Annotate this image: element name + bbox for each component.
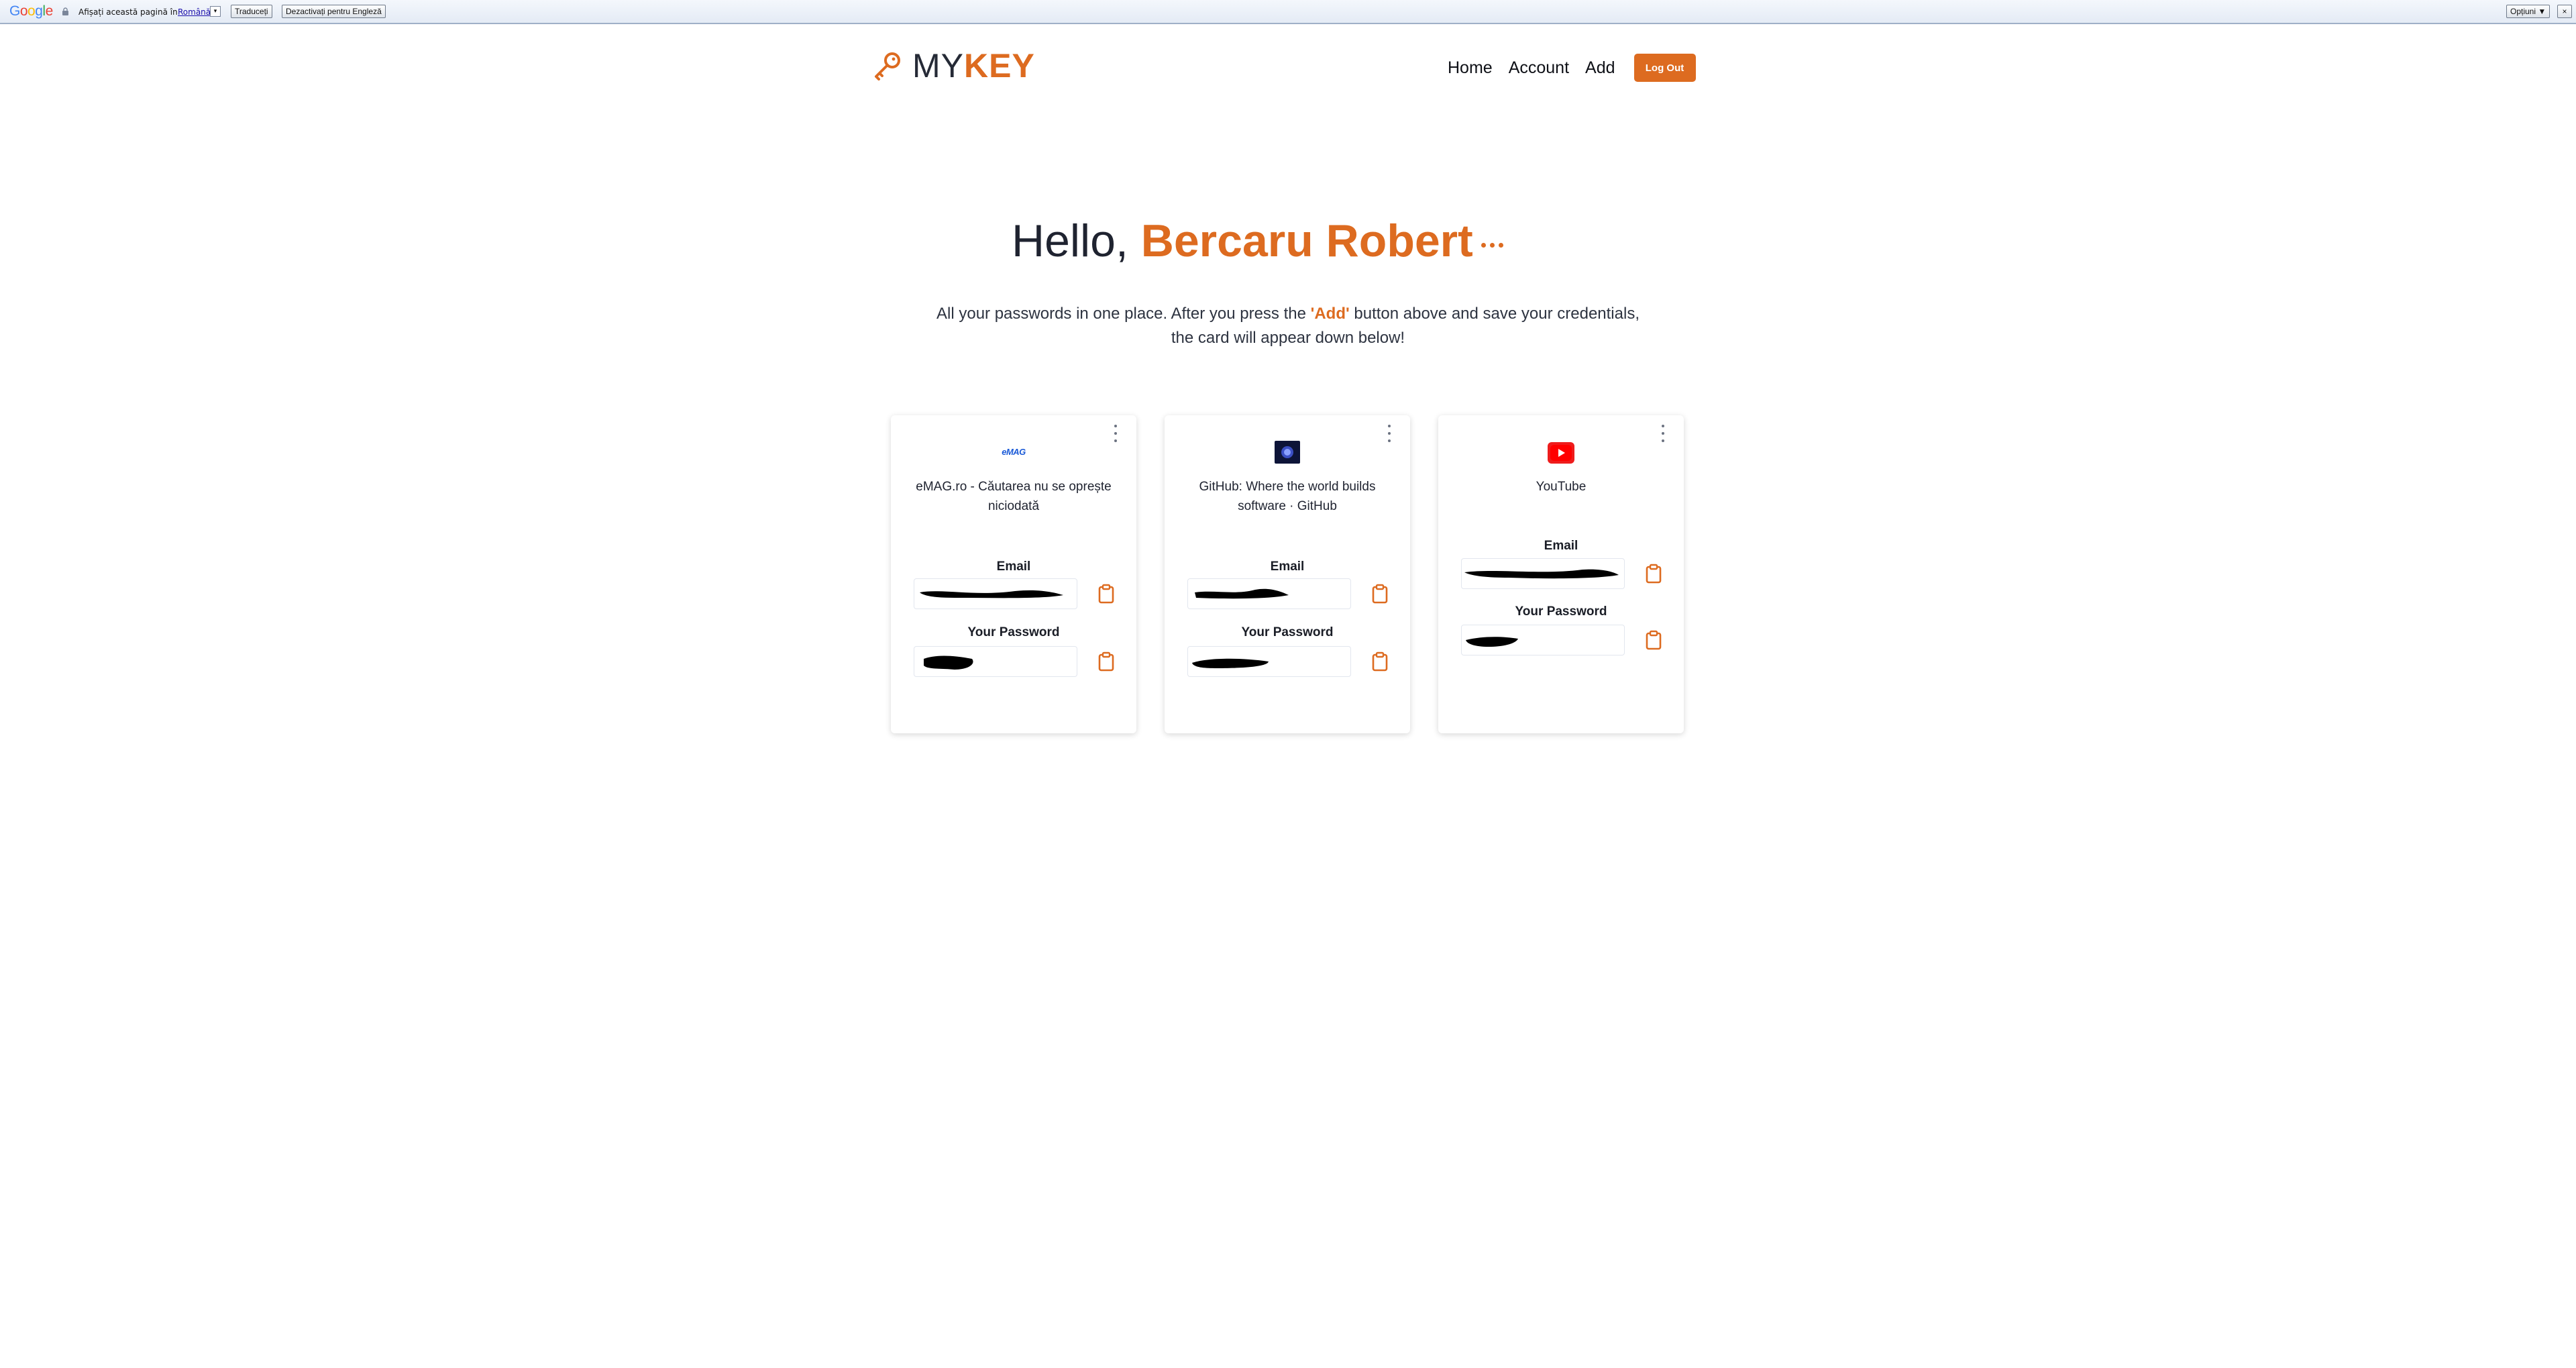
credential-card-github: GitHub: Where the world builds software … bbox=[1165, 415, 1410, 733]
translate-options-button[interactable]: Opțiuni ▼ bbox=[2506, 5, 2551, 18]
credential-card-youtube: YouTube Email Your Password bbox=[1438, 415, 1684, 733]
google-logo: Google bbox=[9, 3, 53, 19]
site-logo[interactable]: MYKEY bbox=[872, 47, 1035, 85]
clipboard-icon[interactable] bbox=[1371, 584, 1389, 604]
github-logo-icon bbox=[1275, 441, 1300, 464]
clipboard-icon[interactable] bbox=[1371, 651, 1389, 672]
nav-home-link[interactable]: Home bbox=[1448, 58, 1493, 78]
email-field[interactable] bbox=[1187, 578, 1351, 609]
page-title: Hello, Bercaru Robert bbox=[1012, 215, 1473, 267]
password-field[interactable] bbox=[1187, 646, 1351, 677]
logo-key-text: KEY bbox=[964, 47, 1035, 85]
key-icon bbox=[875, 52, 900, 81]
password-field[interactable] bbox=[914, 646, 1077, 677]
password-label: Your Password bbox=[1241, 625, 1334, 639]
youtube-logo-icon bbox=[1548, 442, 1574, 464]
clipboard-icon[interactable] bbox=[1097, 584, 1115, 604]
logo-my-text: MY bbox=[912, 47, 964, 85]
add-highlight: 'Add' bbox=[1310, 305, 1350, 323]
card-title: YouTube bbox=[1536, 480, 1587, 494]
nav-add-link[interactable]: Add bbox=[1585, 58, 1615, 78]
email-label: Email bbox=[996, 560, 1031, 574]
password-field[interactable] bbox=[1461, 625, 1625, 655]
greeting-text: Hello, bbox=[1012, 215, 1141, 266]
password-label: Your Password bbox=[967, 625, 1060, 639]
card-title: GitHub: Where the world builds software … bbox=[1199, 480, 1376, 513]
card-title: eMAG.ro - Căutarea nu se oprește nicioda… bbox=[916, 480, 1112, 513]
email-label: Email bbox=[1544, 539, 1578, 553]
translate-close-button[interactable]: × bbox=[2557, 5, 2572, 18]
credential-card-emag: eMAG eMAG.ro - Căutarea nu se oprește ni… bbox=[891, 415, 1136, 733]
email-label: Email bbox=[1270, 560, 1305, 574]
logout-button[interactable]: Log Out bbox=[1633, 54, 1696, 82]
user-name: Bercaru Robert bbox=[1140, 215, 1473, 266]
password-label: Your Password bbox=[1515, 604, 1607, 619]
email-field[interactable] bbox=[1461, 558, 1625, 589]
email-field[interactable] bbox=[914, 578, 1077, 609]
translate-language-link[interactable]: Română bbox=[178, 7, 211, 17]
translate-button[interactable]: Traduceți bbox=[231, 5, 272, 18]
card-menu-icon[interactable] bbox=[1112, 425, 1119, 442]
emag-logo-icon: eMAG bbox=[1002, 447, 1026, 457]
clipboard-icon[interactable] bbox=[1097, 651, 1115, 672]
lock-icon bbox=[62, 7, 68, 15]
translate-bar: Google Afișați această pagină în Română … bbox=[0, 0, 2576, 24]
clipboard-icon[interactable] bbox=[1645, 630, 1662, 650]
page-description: All your passwords in one place. After y… bbox=[936, 305, 1640, 347]
card-menu-icon[interactable] bbox=[1386, 425, 1393, 442]
translate-prompt: Afișați această pagină în bbox=[78, 7, 178, 17]
main-nav: Home Account Add Log Out bbox=[1448, 54, 1696, 82]
clipboard-icon[interactable] bbox=[1645, 564, 1662, 584]
ellipsis-icon bbox=[1481, 243, 1503, 248]
language-dropdown-icon[interactable]: ▾ bbox=[210, 6, 221, 17]
disable-translate-button[interactable]: Dezactivați pentru Engleză bbox=[282, 5, 386, 18]
card-menu-icon[interactable] bbox=[1660, 425, 1666, 442]
nav-account-link[interactable]: Account bbox=[1509, 58, 1569, 78]
